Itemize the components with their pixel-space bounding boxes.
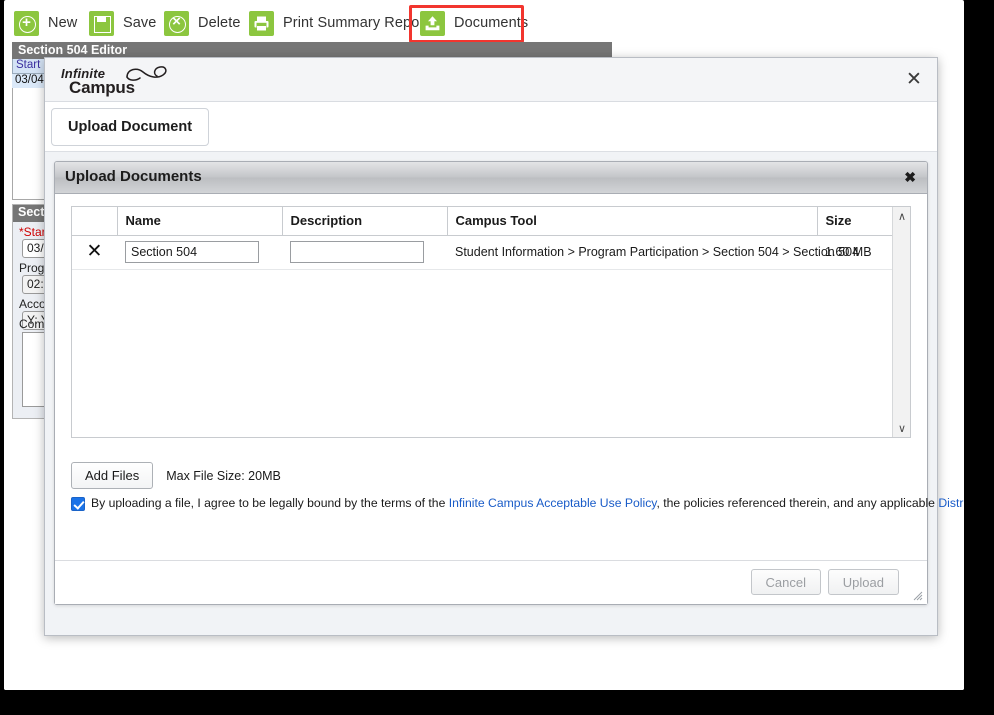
logo-swoosh-icon <box>126 66 167 81</box>
upload-document-modal: Infinite Campus ✕ Upload Document Upload… <box>44 57 964 636</box>
table-header-row: Name Description Campus Tool Size <box>72 207 892 236</box>
max-file-size-label: Max File Size: 20MB <box>166 468 281 483</box>
upload-document-icon <box>420 10 445 36</box>
column-header-actions <box>72 207 118 236</box>
infinite-campus-logo: Infinite Campus <box>59 64 209 98</box>
upload-button[interactable]: Upload <box>827 569 899 595</box>
toolbar-button-save[interactable]: Save <box>89 8 156 38</box>
table-row: ✕ Student Information > Program Particip… <box>72 235 892 270</box>
cancel-button[interactable]: Cancel <box>750 569 821 595</box>
main-toolbar: New Save Delete Print <box>4 2 964 44</box>
table-scrollbar[interactable]: ∧ ∨ <box>892 207 910 437</box>
cell-description <box>282 235 447 270</box>
delete-file-icon[interactable]: ✕ <box>87 241 103 262</box>
printer-icon <box>249 10 274 36</box>
file-table: Name Description Campus Tool Size ✕ Sect… <box>72 207 892 270</box>
acceptable-use-policy-link[interactable]: Infinite Campus Acceptable Use Policy <box>449 496 657 510</box>
modal-titlebar: Infinite Campus ✕ <box>45 58 937 102</box>
floppy-disk-icon <box>89 10 114 36</box>
column-header-size: Size <box>817 207 892 236</box>
column-header-description: Description <box>282 207 448 236</box>
cell-delete: ✕ <box>72 235 117 270</box>
toolbar-label-save: Save <box>123 15 157 31</box>
scroll-down-icon[interactable]: ∨ <box>893 419 910 437</box>
resize-grip-icon[interactable] <box>911 589 923 601</box>
application-page: New Save Delete Print <box>4 0 964 690</box>
file-description-input[interactable] <box>290 241 424 263</box>
panel-close-icon[interactable]: ✖ <box>904 169 916 185</box>
agreement-text: By uploading a file, I agree to be legal… <box>91 496 964 511</box>
agreement-checkbox[interactable] <box>71 497 85 511</box>
file-table-container: Name Description Campus Tool Size ✕ Sect… <box>71 206 911 438</box>
cell-name <box>117 235 282 270</box>
panel-footer: Cancel Upload <box>55 560 927 604</box>
plus-circle-icon <box>14 10 39 36</box>
screenshot-frame: New Save Delete Print <box>0 0 994 715</box>
cell-campus-tool: Student Information > Program Participat… <box>447 235 859 270</box>
upload-documents-panel: Upload Documents ✖ Name Description Camp… <box>54 161 964 605</box>
toolbar-label-documents: Documents <box>454 15 529 31</box>
toolbar-button-documents[interactable]: Documents <box>420 8 528 38</box>
panel-header: Upload Documents ✖ <box>55 162 927 194</box>
tab-upload-document[interactable]: Upload Document <box>51 108 210 146</box>
toolbar-button-print-summary-report[interactable]: Print Summary Report <box>249 8 428 38</box>
add-files-button[interactable]: Add Files <box>71 462 154 489</box>
modal-close-icon[interactable]: ✕ <box>903 70 925 92</box>
toolbar-label-new: New <box>48 15 78 31</box>
column-header-campus-tool: Campus Tool <box>447 207 818 236</box>
add-files-row: Add Files Max File Size: 20MB <box>71 462 281 489</box>
modal-tab-strip: Upload Document <box>45 102 937 152</box>
scroll-up-icon[interactable]: ∧ <box>893 207 910 225</box>
toolbar-button-delete[interactable]: Delete <box>164 8 241 38</box>
panel-title: Upload Documents <box>65 168 202 185</box>
toolbar-button-new[interactable]: New <box>14 8 77 38</box>
x-circle-icon <box>164 9 189 36</box>
column-header-name: Name <box>117 207 283 236</box>
toolbar-label-delete: Delete <box>198 15 241 31</box>
toolbar-label-print-summary-report: Print Summary Report <box>283 15 429 31</box>
agreement-text-part2: , the policies referenced therein, and a… <box>656 496 939 510</box>
agreement-row: By uploading a file, I agree to be legal… <box>71 496 964 511</box>
district-policies-link[interactable]: District policies <box>938 496 964 510</box>
agreement-text-part1: By uploading a file, I agree to be legal… <box>91 496 449 510</box>
file-name-input[interactable] <box>125 241 259 263</box>
field-label-accommodations: Acco <box>19 297 46 311</box>
cell-size: 1.60 MB <box>817 235 892 270</box>
